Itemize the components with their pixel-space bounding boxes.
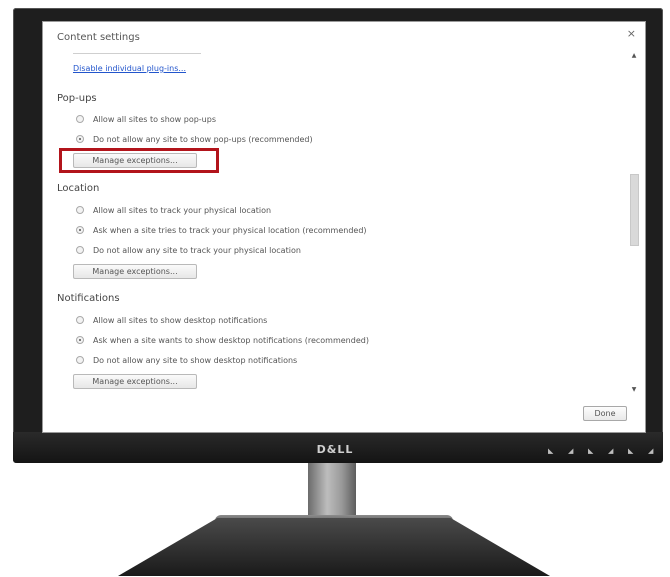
monitor-control-icon: ◣ [628, 447, 634, 455]
monitor-brand-logo: D&LL [316, 443, 354, 456]
radio-button[interactable] [76, 356, 84, 364]
monitor-control-icon: ◣ [588, 447, 594, 455]
manage-exceptions-notifications-button[interactable]: Manage exceptions... [73, 374, 197, 389]
scroll-up-arrow-icon[interactable]: ▲ [629, 52, 639, 62]
radio-option-allow-location[interactable]: Allow all sites to track your physical l… [76, 204, 271, 216]
monitor-control-icon: ◣ [548, 447, 554, 455]
radio-option-block-location[interactable]: Do not allow any site to track your phys… [76, 244, 301, 256]
scroll-down-arrow-icon[interactable]: ▼ [629, 386, 639, 396]
radio-button[interactable] [76, 316, 84, 324]
radio-button-selected[interactable] [76, 336, 84, 344]
content-settings-dialog: Content settings × Disable individual pl… [43, 22, 645, 432]
monitor-neck [308, 463, 356, 523]
radio-option-ask-location[interactable]: Ask when a site tries to track your phys… [76, 224, 367, 236]
radio-option-block-popups[interactable]: Do not allow any site to show pop-ups (r… [76, 133, 313, 145]
disable-plugins-link[interactable]: Disable individual plug-ins... [73, 64, 186, 73]
radio-button[interactable] [76, 115, 84, 123]
highlight-box [59, 148, 219, 173]
scrollbar-thumb[interactable] [630, 174, 639, 246]
monitor-control-icon: ◢ [568, 447, 574, 455]
manage-exceptions-location-button[interactable]: Manage exceptions... [73, 264, 197, 279]
monitor-power-icon: ◢ [648, 447, 654, 455]
radio-button[interactable] [76, 246, 84, 254]
radio-option-block-notifications[interactable]: Do not allow any site to show desktop no… [76, 354, 297, 366]
radio-option-allow-popups[interactable]: Allow all sites to show pop-ups [76, 113, 216, 125]
radio-button-selected[interactable] [76, 135, 84, 143]
dialog-title: Content settings [57, 32, 140, 43]
monitor-stand [118, 518, 550, 576]
section-heading-location: Location [57, 183, 100, 194]
radio-button-selected[interactable] [76, 226, 84, 234]
radio-option-ask-notifications[interactable]: Ask when a site wants to show desktop no… [76, 334, 369, 346]
radio-button[interactable] [76, 206, 84, 214]
section-heading-notifications: Notifications [57, 293, 120, 304]
close-icon[interactable]: × [627, 27, 636, 40]
done-button[interactable]: Done [583, 406, 627, 421]
section-heading-popups: Pop-ups [57, 93, 97, 104]
monitor-control-icon: ◢ [608, 447, 614, 455]
radio-option-allow-notifications[interactable]: Allow all sites to show desktop notifica… [76, 314, 267, 326]
divider [73, 53, 201, 54]
